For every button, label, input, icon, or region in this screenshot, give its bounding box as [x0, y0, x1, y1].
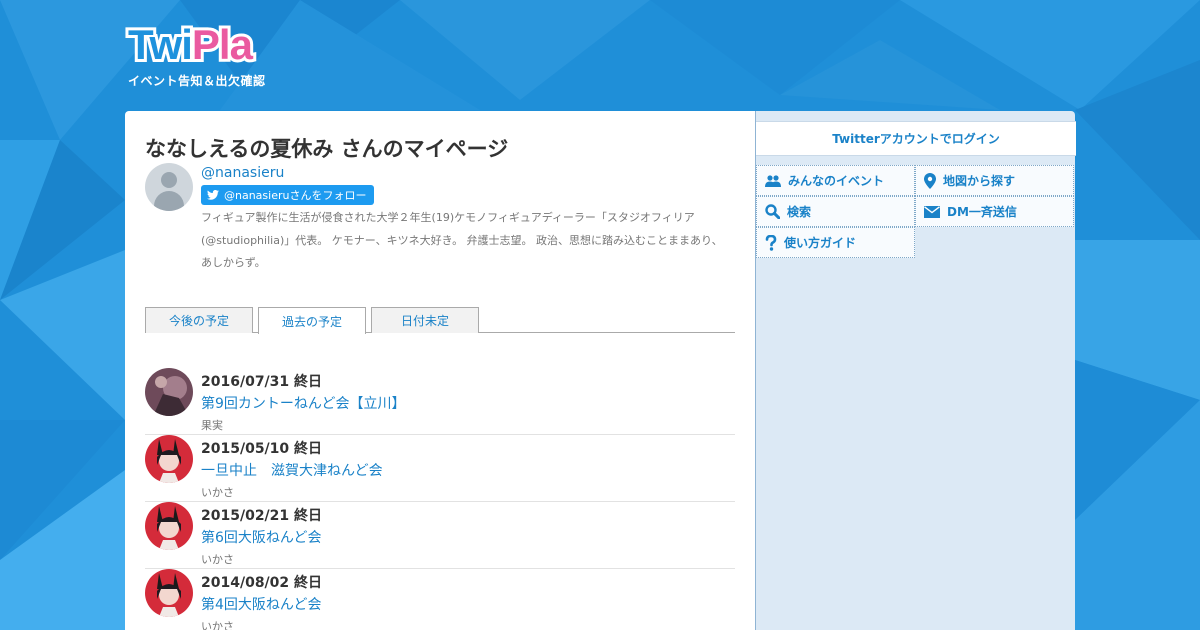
- logo-tagline: イベント告知＆出欠確認: [128, 74, 266, 88]
- tab-upcoming[interactable]: 今後の予定: [145, 307, 253, 333]
- event-organizer[interactable]: いかさ: [201, 551, 234, 567]
- event-row: 2015/05/10 終日 一旦中止 滋賀大津ねんど会 いかさ: [145, 435, 735, 502]
- twipla-logo[interactable]: TwiPla イベント告知＆出欠確認: [125, 19, 266, 89]
- schedule-tabs: 今後の予定 過去の予定 日付未定: [145, 307, 735, 334]
- menu-item-label: みんなのイベント: [788, 174, 885, 188]
- menu-item-search[interactable]: 検索: [756, 196, 915, 227]
- menu-item-label: 地図から探す: [943, 174, 1016, 188]
- event-title-link[interactable]: 一旦中止 滋賀大津ねんど会: [201, 460, 383, 480]
- tab-undated[interactable]: 日付未定: [371, 307, 479, 333]
- twitter-login-button[interactable]: Twitterアカウントでログイン: [756, 121, 1076, 156]
- main-panel: ななしえるの夏休み さんのマイページ @nanasieru @nanasieru…: [125, 111, 755, 630]
- event-organizer[interactable]: いかさ: [201, 618, 234, 630]
- menu-item-label: 検索: [787, 205, 812, 219]
- sidebar: Twitterアカウントでログイン みんなのイベント 地図から探す 検索 DM一…: [755, 111, 1076, 630]
- menu-item-label: DM一斉送信: [947, 205, 1017, 219]
- event-date: 2016/07/31 終日: [201, 374, 323, 390]
- profile-avatar: [145, 163, 193, 211]
- page-title: ななしえるの夏休み さんのマイページ: [145, 137, 509, 161]
- profile-bio: フィギュア製作に生活が侵食された大学２年生(19)ケモノフィギュアディーラー「ス…: [201, 211, 723, 269]
- twitter-follow-button[interactable]: @nanasieruさんをフォロー: [201, 185, 375, 205]
- menu-item-label: 使い方ガイド: [784, 236, 857, 250]
- follow-button-label: @nanasieruさんをフォロー: [224, 189, 367, 202]
- organizer-avatar[interactable]: [145, 368, 193, 416]
- organizer-avatar[interactable]: [145, 435, 193, 483]
- map-pin-icon: [924, 172, 936, 189]
- tab-past[interactable]: 過去の予定: [258, 307, 366, 334]
- users-icon: [765, 174, 781, 187]
- profile-handle-link[interactable]: @nanasieru: [201, 165, 284, 181]
- menu-item-guide[interactable]: 使い方ガイド: [756, 227, 915, 258]
- organizer-avatar[interactable]: [145, 569, 193, 617]
- event-title-link[interactable]: 第4回大阪ねんど会: [201, 594, 322, 614]
- event-row: 2015/02/21 終日 第6回大阪ねんど会 いかさ: [145, 502, 735, 569]
- event-organizer[interactable]: いかさ: [201, 484, 234, 500]
- event-row: 2016/07/31 終日 第9回カントーねんど会【立川】 果実: [145, 368, 735, 435]
- menu-item-dm-broadcast[interactable]: DM一斉送信: [915, 196, 1074, 227]
- question-icon: [765, 234, 777, 251]
- search-icon: [765, 204, 780, 219]
- envelope-icon: [924, 205, 940, 218]
- event-date: 2015/02/21 終日: [201, 508, 323, 524]
- menu-item-all-events[interactable]: みんなのイベント: [756, 165, 915, 196]
- twitter-bird-icon: [207, 190, 219, 200]
- event-title-link[interactable]: 第6回大阪ねんど会: [201, 527, 322, 547]
- event-date: 2015/05/10 終日: [201, 441, 323, 457]
- event-row: 2014/08/02 終日 第4回大阪ねんど会 いかさ: [145, 569, 735, 630]
- organizer-avatar[interactable]: [145, 502, 193, 550]
- logo-wordmark: TwiPla: [125, 19, 256, 71]
- event-date: 2014/08/02 終日: [201, 575, 323, 591]
- event-organizer[interactable]: 果実: [201, 417, 223, 433]
- event-title-link[interactable]: 第9回カントーねんど会【立川】: [201, 393, 406, 413]
- menu-item-map-search[interactable]: 地図から探す: [915, 165, 1074, 196]
